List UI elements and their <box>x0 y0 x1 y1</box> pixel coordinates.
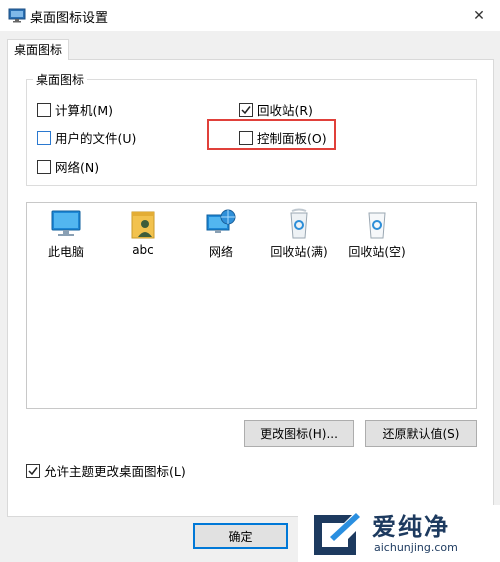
checkmark-icon <box>241 105 251 114</box>
checkbox-label: 允许主题更改桌面图标(L) <box>44 464 186 479</box>
checkbox-label: 用户的文件(U) <box>55 131 137 146</box>
close-button[interactable]: ✕ <box>464 3 494 29</box>
list-item-label: 此电脑 <box>47 245 84 259</box>
recycle-bin-empty-icon <box>368 212 386 239</box>
watermark-url: aichunjing.com <box>374 541 458 554</box>
tab-desktop-icons[interactable]: 桌面图标 <box>7 39 70 60</box>
icon-list[interactable]: 此电脑 abc 网络 回收站(满) 回收站(空) <box>26 202 477 409</box>
checkbox-network[interactable]: 网络(N) <box>37 157 99 176</box>
list-item-label: 回收站(空) <box>348 245 406 259</box>
checkbox-recycle-bin[interactable]: 回收站(R) <box>239 100 313 119</box>
checkbox-box[interactable] <box>37 102 51 117</box>
checkbox-box[interactable] <box>26 463 40 478</box>
list-item-this-pc[interactable]: 此电脑 <box>30 207 102 259</box>
change-icon-button[interactable]: 更改图标(H)... <box>244 420 354 447</box>
dialog-client-area: 桌面图标 桌面图标 计算机(M) 回收站(R) 用户的文件(U) 控制面板(O)… <box>0 31 500 562</box>
recycle-bin-full-icon <box>290 208 308 239</box>
checkmark-icon <box>28 466 38 475</box>
checkbox-box[interactable] <box>37 130 51 145</box>
ok-button[interactable]: 确定 <box>193 523 288 549</box>
checkbox-box[interactable] <box>37 159 51 174</box>
title-bar: 桌面图标设置 ✕ <box>0 0 500 31</box>
watermark-text: 爱纯净 <box>372 513 450 541</box>
checkbox-label: 网络(N) <box>55 160 100 175</box>
list-item-label: abc <box>132 243 154 257</box>
checkbox-box[interactable] <box>239 102 253 117</box>
computer-icon <box>51 210 81 236</box>
network-icon <box>206 209 236 233</box>
checkbox-label: 计算机(M) <box>55 103 114 118</box>
user-folder-icon <box>131 211 155 239</box>
checkbox-computer[interactable]: 计算机(M) <box>37 100 113 119</box>
list-item-label: 回收站(满) <box>270 245 328 259</box>
watermark-logo-icon <box>314 513 360 555</box>
checkbox-user-files[interactable]: 用户的文件(U) <box>37 128 136 147</box>
desktop-settings-icon <box>8 8 26 23</box>
checkbox-label: 回收站(R) <box>257 103 313 118</box>
close-icon: ✕ <box>473 8 485 24</box>
list-item-label: 网络 <box>208 245 233 259</box>
list-item-network[interactable]: 网络 <box>185 207 257 259</box>
tab-panel: 桌面图标 计算机(M) 回收站(R) 用户的文件(U) 控制面板(O) 网络(N… <box>7 59 494 517</box>
list-item-user-folder[interactable]: abc <box>107 207 179 259</box>
highlight-annotation <box>207 119 336 150</box>
list-item-recycle-empty[interactable]: 回收站(空) <box>341 207 413 259</box>
window-title: 桌面图标设置 <box>30 11 109 26</box>
watermark: 爱纯净 aichunjing.com <box>298 505 500 562</box>
group-legend: 桌面图标 <box>33 71 88 88</box>
checkbox-allow-theme-change[interactable]: 允许主题更改桌面图标(L) <box>26 461 186 480</box>
restore-default-button[interactable]: 还原默认值(S) <box>365 420 477 447</box>
list-item-recycle-full[interactable]: 回收站(满) <box>263 207 335 259</box>
